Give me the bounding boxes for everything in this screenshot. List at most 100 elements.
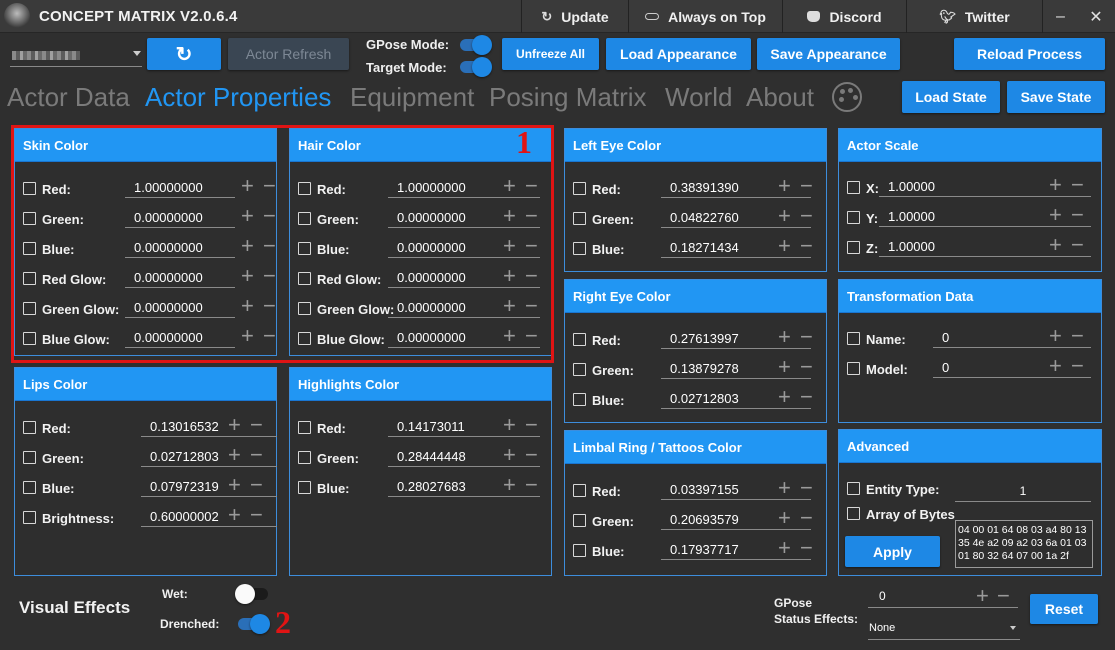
blue-checkbox[interactable]	[573, 393, 586, 406]
load-state-button[interactable]: Load State	[902, 81, 1000, 113]
red-value-input[interactable]: 0.14173011	[388, 413, 540, 437]
tab-equipment[interactable]: Equipment	[350, 82, 474, 113]
plus-button[interactable]: +	[228, 414, 241, 436]
plus-button[interactable]: +	[778, 175, 791, 197]
plus-button[interactable]: +	[503, 414, 516, 436]
array-of-bytes-checkbox[interactable]	[847, 507, 860, 520]
tab-actor-properties[interactable]: Actor Properties	[145, 82, 331, 113]
gpose-status-dropdown[interactable]: None	[868, 616, 1020, 640]
tab-posing-matrix[interactable]: Posing Matrix	[489, 82, 647, 113]
save-state-button[interactable]: Save State	[1007, 81, 1105, 113]
plus-button[interactable]: +	[778, 477, 791, 499]
minus-button[interactable]: −	[1071, 204, 1084, 226]
close-button[interactable]: ✕	[1078, 0, 1114, 33]
red-checkbox[interactable]	[23, 421, 36, 434]
minus-button[interactable]: −	[800, 477, 813, 499]
unfreeze-all-button[interactable]: Unfreeze All	[502, 38, 599, 70]
plus-button[interactable]: +	[778, 356, 791, 378]
tab-about[interactable]: About	[746, 82, 814, 113]
tab-world[interactable]: World	[665, 82, 732, 113]
minus-button[interactable]: −	[1071, 355, 1084, 377]
x-checkbox[interactable]	[847, 181, 860, 194]
gpose-status-value-input[interactable]: 0	[868, 584, 1018, 608]
entity-type-checkbox[interactable]	[847, 482, 860, 495]
green-checkbox[interactable]	[573, 212, 586, 225]
minus-button[interactable]: −	[800, 326, 813, 348]
minimize-button[interactable]: –	[1042, 0, 1078, 33]
tab-actor-data[interactable]: Actor Data	[7, 82, 130, 113]
minus-button[interactable]: −	[250, 414, 263, 436]
gpose-status-minus-button[interactable]: −	[997, 585, 1010, 607]
plus-button[interactable]: +	[1049, 355, 1062, 377]
plus-button[interactable]: +	[503, 474, 516, 496]
name-value-input[interactable]: 0	[933, 324, 1091, 348]
green-checkbox[interactable]	[573, 363, 586, 376]
red-checkbox[interactable]	[298, 421, 311, 434]
plus-button[interactable]: +	[228, 504, 241, 526]
green-checkbox[interactable]	[298, 451, 311, 464]
minus-button[interactable]: −	[800, 537, 813, 559]
minus-button[interactable]: −	[525, 414, 538, 436]
load-appearance-button[interactable]: Load Appearance	[606, 38, 751, 70]
minus-button[interactable]: −	[800, 175, 813, 197]
minus-button[interactable]: −	[1071, 174, 1084, 196]
entity-type-input[interactable]: 1	[955, 482, 1091, 502]
plus-button[interactable]: +	[778, 205, 791, 227]
array-of-bytes-input[interactable]: 04 00 01 64 08 03 a4 80 13 35 4e a2 09 a…	[955, 520, 1093, 568]
reload-process-button[interactable]: Reload Process	[954, 38, 1105, 70]
reset-button[interactable]: Reset	[1030, 594, 1098, 624]
model-checkbox[interactable]	[847, 362, 860, 375]
minus-button[interactable]: −	[250, 474, 263, 496]
minus-button[interactable]: −	[800, 235, 813, 257]
minus-button[interactable]: −	[800, 507, 813, 529]
palette-icon[interactable]	[832, 82, 862, 112]
plus-button[interactable]: +	[1049, 234, 1062, 256]
save-appearance-button[interactable]: Save Appearance	[757, 38, 900, 70]
update-button[interactable]: ↻ Update	[521, 0, 628, 33]
green-value-input[interactable]: 0.28444448	[388, 443, 540, 467]
blue-checkbox[interactable]	[298, 481, 311, 494]
plus-button[interactable]: +	[1049, 204, 1062, 226]
red-checkbox[interactable]	[573, 484, 586, 497]
brightness-checkbox[interactable]	[23, 511, 36, 524]
green-checkbox[interactable]	[573, 514, 586, 527]
plus-button[interactable]: +	[778, 326, 791, 348]
minus-button[interactable]: −	[250, 504, 263, 526]
always-on-top-button[interactable]: Always on Top	[628, 0, 782, 33]
minus-button[interactable]: −	[250, 444, 263, 466]
minus-button[interactable]: −	[525, 474, 538, 496]
discord-button[interactable]: Discord	[782, 0, 906, 33]
y-checkbox[interactable]	[847, 211, 860, 224]
blue-checkbox[interactable]	[573, 544, 586, 557]
minus-button[interactable]: −	[525, 444, 538, 466]
blue-checkbox[interactable]	[23, 481, 36, 494]
gpose-status-plus-button[interactable]: +	[976, 585, 989, 607]
minus-button[interactable]: −	[800, 205, 813, 227]
plus-button[interactable]: +	[778, 507, 791, 529]
red-checkbox[interactable]	[573, 333, 586, 346]
green-checkbox[interactable]	[23, 451, 36, 464]
actor-select-dropdown[interactable]	[10, 43, 142, 67]
model-value-input[interactable]: 0	[933, 354, 1091, 378]
target-mode-toggle[interactable]	[460, 57, 492, 77]
plus-button[interactable]: +	[1049, 325, 1062, 347]
refresh-button[interactable]: ↻	[147, 38, 221, 70]
twitter-button[interactable]: 🐦︎ Twitter	[906, 0, 1042, 33]
red-checkbox[interactable]	[573, 182, 586, 195]
plus-button[interactable]: +	[778, 235, 791, 257]
plus-button[interactable]: +	[778, 537, 791, 559]
blue-value-input[interactable]: 0.28027683	[388, 473, 540, 497]
blue-checkbox[interactable]	[573, 242, 586, 255]
plus-button[interactable]: +	[778, 386, 791, 408]
z-checkbox[interactable]	[847, 241, 860, 254]
plus-button[interactable]: +	[1049, 174, 1062, 196]
apply-button[interactable]: Apply	[845, 536, 940, 567]
name-checkbox[interactable]	[847, 332, 860, 345]
plus-button[interactable]: +	[228, 474, 241, 496]
minus-button[interactable]: −	[800, 386, 813, 408]
gpose-mode-toggle[interactable]	[460, 35, 492, 55]
plus-button[interactable]: +	[228, 444, 241, 466]
actor-refresh-button[interactable]: Actor Refresh	[228, 38, 349, 70]
minus-button[interactable]: −	[1071, 234, 1084, 256]
minus-button[interactable]: −	[800, 356, 813, 378]
